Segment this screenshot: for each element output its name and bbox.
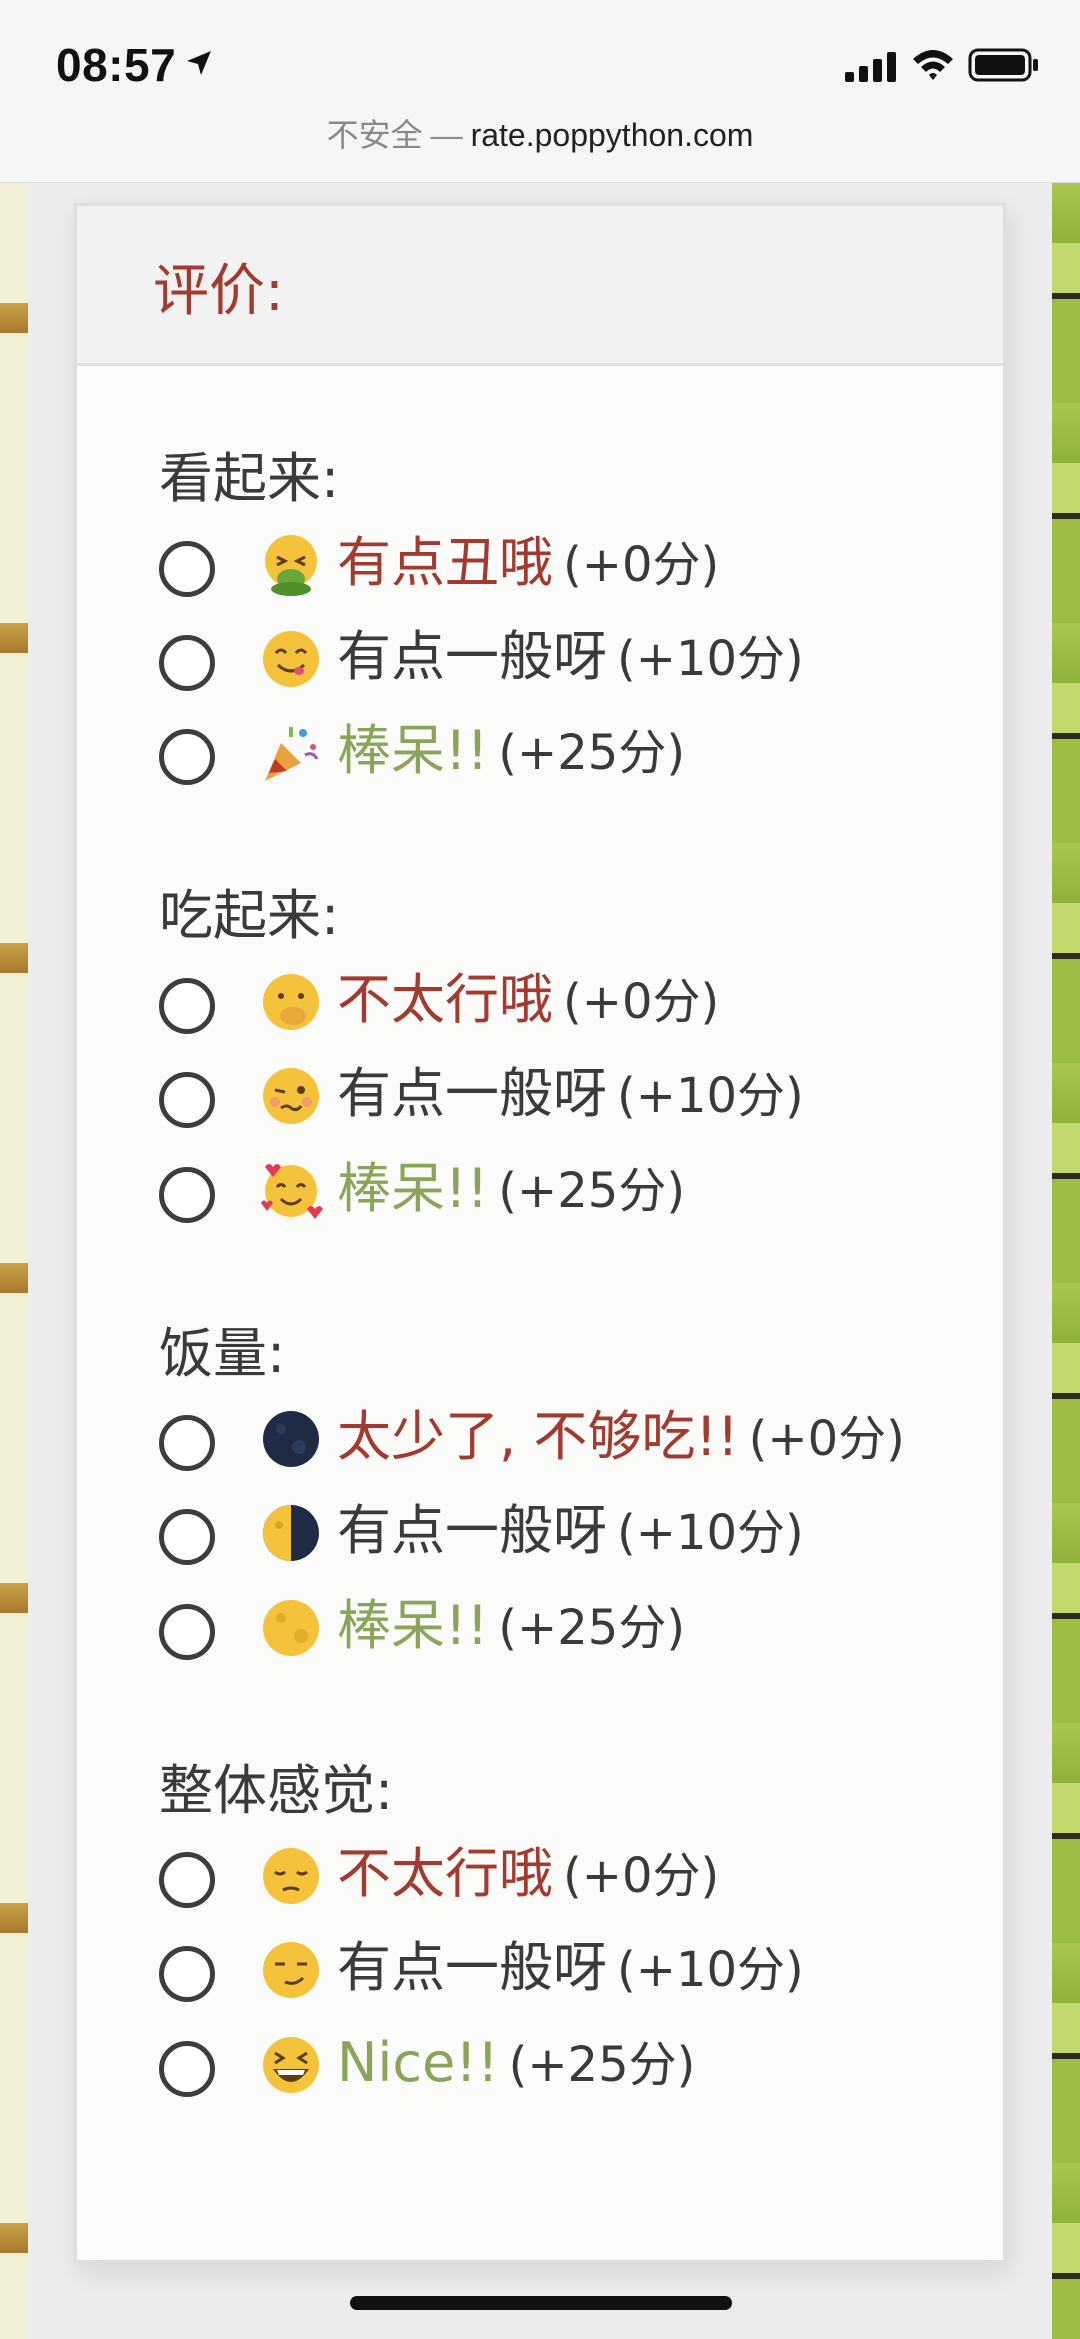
option-text: 太少了, 不够吃!!: [337, 1405, 739, 1468]
option-label: 有点一般呀 (+10分): [337, 1936, 804, 2002]
nauseated-face-icon: [265, 535, 317, 596]
radio-button[interactable]: [159, 2041, 215, 2097]
wifi-icon: [913, 50, 953, 80]
option-text: 不太行哦: [337, 1842, 553, 1905]
question-label-portion: 饭量:: [159, 1322, 286, 1385]
option-portion-awesome[interactable]: 棒呆!! (+25分): [159, 1594, 979, 1666]
background-right-pattern: [1052, 183, 1080, 2339]
option-look-awesome[interactable]: 棒呆!! (+25分): [159, 719, 979, 791]
rating-card: 评价: 看起来: 有点丑哦 (+0分) 有点一般呀 (+10分) 棒呆!! (+…: [74, 203, 1006, 2263]
option-text: 棒呆!!: [337, 719, 489, 782]
radio-button[interactable]: [159, 635, 215, 691]
question-label-taste: 吃起来:: [159, 884, 340, 947]
option-points: (+25分): [498, 1163, 686, 1219]
option-label: 棒呆!! (+25分): [337, 719, 685, 785]
option-label: 太少了, 不够吃!! (+0分): [337, 1405, 905, 1471]
option-taste-awesome[interactable]: 棒呆!! (+25分): [159, 1157, 979, 1229]
status-time: 08:57: [56, 39, 177, 91]
option-label: 有点一般呀 (+10分): [337, 1499, 804, 1565]
option-text: 棒呆!!: [337, 1594, 489, 1657]
home-indicator[interactable]: [350, 2296, 732, 2310]
url-separator: —: [430, 117, 463, 153]
option-text: Nice!!: [337, 2031, 499, 2094]
smiling-face-with-hearts-icon: [261, 1164, 323, 1219]
option-label: 棒呆!! (+25分): [337, 1594, 685, 1660]
smirk-face-icon: [263, 1942, 319, 1998]
battery-icon: [968, 48, 1038, 82]
radio-button[interactable]: [159, 729, 215, 785]
party-popper-icon: [265, 727, 319, 781]
option-label: Nice!! (+25分): [337, 2031, 695, 2097]
radio-button[interactable]: [159, 1509, 215, 1565]
option-portion-average[interactable]: 有点一般呀 (+10分): [159, 1499, 979, 1571]
option-label: 不太行哦 (+0分): [337, 1842, 719, 1908]
url-domain: rate.poppython.com: [470, 117, 754, 153]
option-points: (+10分): [617, 1068, 804, 1124]
option-points: (+0分): [563, 974, 720, 1030]
radio-button[interactable]: [159, 1072, 215, 1128]
option-overall-awesome[interactable]: Nice!! (+25分): [159, 2031, 979, 2103]
option-points: (+10分): [617, 631, 804, 687]
radio-button[interactable]: [159, 1604, 215, 1660]
option-points: (+10分): [617, 1942, 804, 1998]
radio-button[interactable]: [159, 1415, 215, 1471]
option-points: (+25分): [498, 1600, 686, 1656]
full-moon-icon: [263, 1600, 319, 1656]
option-overall-average[interactable]: 有点一般呀 (+10分): [159, 1936, 979, 2008]
option-label: 不太行哦 (+0分): [337, 968, 719, 1034]
pensive-face-icon: [263, 1848, 319, 1904]
background-left-pattern: [0, 183, 28, 2339]
url-bar[interactable]: 不安全 — rate.poppython.com: [0, 110, 1080, 156]
radio-button[interactable]: [159, 1946, 215, 2002]
option-text: 有点丑哦: [337, 531, 553, 594]
option-points: (+10分): [617, 1505, 804, 1561]
location-arrow-icon: [187, 51, 211, 75]
option-portion-bad[interactable]: 太少了, 不够吃!! (+0分): [159, 1405, 979, 1477]
option-points: (+25分): [498, 725, 686, 781]
option-look-ugly[interactable]: 有点丑哦 (+0分): [159, 531, 979, 603]
option-points: (+0分): [748, 1411, 905, 1467]
cellular-signal-icon: [845, 52, 896, 82]
radio-button[interactable]: [159, 1167, 215, 1223]
option-label: 棒呆!! (+25分): [337, 1157, 685, 1223]
status-bar: 08:57 不安全 — rate.poppython.com: [0, 0, 1080, 183]
question-label-overall: 整体感觉:: [159, 1759, 394, 1822]
option-overall-bad[interactable]: 不太行哦 (+0分): [159, 1842, 979, 1914]
option-label: 有点一般呀 (+10分): [337, 1062, 804, 1128]
yum-face-icon: [263, 631, 319, 687]
new-moon-icon: [263, 1411, 319, 1467]
option-text: 有点一般呀: [337, 1062, 607, 1125]
radio-button[interactable]: [159, 978, 215, 1034]
option-label: 有点丑哦 (+0分): [337, 531, 719, 597]
radio-button[interactable]: [159, 1852, 215, 1908]
option-label: 有点一般呀 (+10分): [337, 625, 804, 691]
grinning-squint-face-icon: [263, 2037, 319, 2093]
half-moon-icon: [263, 1505, 319, 1561]
option-text: 不太行哦: [337, 968, 553, 1031]
option-look-average[interactable]: 有点一般呀 (+10分): [159, 625, 979, 697]
woozy-face-icon: [263, 1068, 319, 1124]
option-text: 有点一般呀: [337, 1499, 607, 1562]
option-points: (+0分): [563, 537, 720, 593]
card-header: 评价:: [77, 206, 1003, 366]
option-text: 有点一般呀: [337, 1936, 607, 1999]
option-taste-average[interactable]: 有点一般呀 (+10分): [159, 1062, 979, 1134]
option-text: 有点一般呀: [337, 625, 607, 688]
radio-button[interactable]: [159, 541, 215, 597]
card-title: 评价:: [153, 259, 284, 324]
hand-over-mouth-face-icon: [263, 974, 319, 1030]
option-points: (+25分): [508, 2037, 696, 2093]
question-label-look: 看起来:: [159, 447, 340, 510]
option-text: 棒呆!!: [337, 1157, 489, 1220]
option-taste-bad[interactable]: 不太行哦 (+0分): [159, 968, 979, 1040]
insecure-label: 不安全: [326, 117, 423, 153]
option-points: (+0分): [563, 1848, 720, 1904]
